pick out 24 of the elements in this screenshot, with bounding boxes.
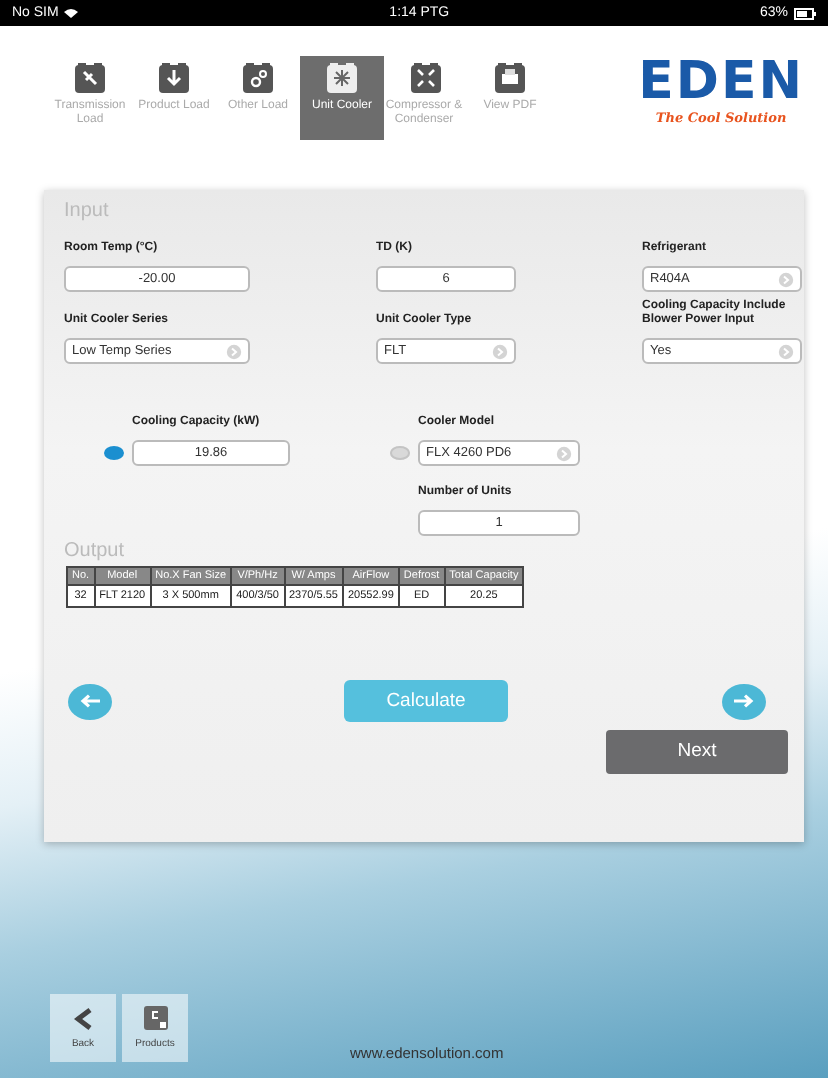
download-box-icon <box>158 62 190 94</box>
chevron-right-icon <box>778 343 794 359</box>
logo-wordmark: EDEN <box>638 56 804 108</box>
snowflake-box-icon <box>326 62 358 94</box>
chevron-right-icon <box>778 271 794 287</box>
arrows-box-icon <box>410 62 442 94</box>
left-arrow-icon <box>80 694 100 708</box>
wrench-box-icon <box>74 62 106 94</box>
section-heading: Output <box>64 540 127 562</box>
wifi-icon <box>64 8 79 18</box>
battery-icon <box>793 7 816 19</box>
chevron-right-icon <box>492 343 508 359</box>
chevron-left-icon <box>74 1007 92 1029</box>
chevron-right-icon <box>556 445 572 461</box>
printer-box-icon <box>494 62 526 94</box>
chevron-right-icon <box>226 343 242 359</box>
tile-icon <box>143 1006 167 1030</box>
back-arrow-button[interactable] <box>68 683 112 719</box>
gears-box-icon <box>242 62 274 94</box>
right-arrow-icon <box>734 694 754 708</box>
radio-button[interactable] <box>390 446 410 460</box>
radio-button[interactable] <box>104 446 124 460</box>
forward-arrow-button[interactable] <box>722 683 766 719</box>
next-button[interactable]: Next <box>606 730 788 774</box>
